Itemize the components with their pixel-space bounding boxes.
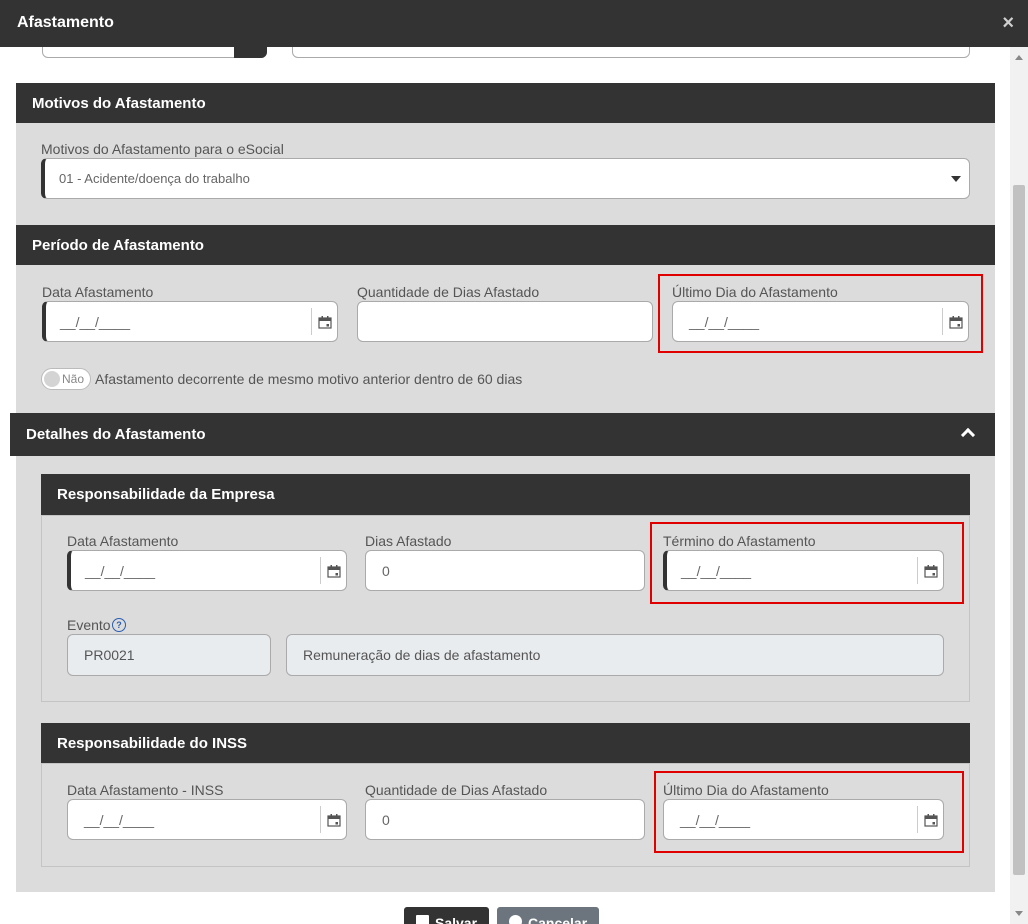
inss-qtd-input[interactable]: 0: [365, 799, 645, 840]
empresa-header-text: Responsabilidade da Empresa: [57, 486, 275, 503]
vertical-scrollbar[interactable]: [1010, 47, 1028, 924]
cancel-button[interactable]: Cancelar: [497, 907, 600, 924]
inss-qtd-label: Quantidade de Dias Afastado: [365, 782, 548, 798]
evento-desc-field: Remuneração de dias de afastamento: [286, 634, 944, 676]
evento-code-field: PR0021: [67, 634, 271, 676]
partial-field-right[interactable]: [292, 47, 970, 58]
inss-data-label: Data Afastamento - INSS: [67, 782, 224, 798]
periodo-data-input[interactable]: __/__/____: [42, 301, 338, 342]
dropdown-caret-icon: [951, 176, 961, 182]
calendar-icon[interactable]: [320, 806, 346, 833]
scroll-up-arrow-icon[interactable]: [1015, 55, 1023, 60]
inss-data-value: __/__/____: [84, 811, 155, 828]
motivos-header: Motivos do Afastamento: [16, 83, 995, 123]
cancel-circle-icon: [509, 915, 522, 924]
inss-data-input[interactable]: __/__/____: [67, 799, 347, 840]
periodo-header-text: Período de Afastamento: [32, 236, 204, 254]
highlight-box: [658, 274, 983, 353]
empresa-dias-label: Dias Afastado: [365, 533, 452, 549]
mesmo-motivo-label: Afastamento decorrente de mesmo motivo a…: [95, 371, 523, 387]
evento-desc-value: Remuneração de dias de afastamento: [303, 647, 541, 663]
chevron-up-icon[interactable]: [960, 427, 976, 443]
detalhes-header-text: Detalhes do Afastamento: [26, 426, 206, 443]
save-button[interactable]: Salvar: [404, 907, 490, 924]
periodo-qtd-label: Quantidade de Dias Afastado: [357, 284, 540, 300]
help-icon[interactable]: ?: [112, 618, 126, 632]
detalhes-header[interactable]: Detalhes do Afastamento: [10, 413, 995, 456]
highlight-box: [650, 522, 964, 604]
motivos-select[interactable]: 01 - Acidente/doença do trabalho: [41, 158, 970, 199]
toggle-knob: [44, 371, 60, 387]
partial-field-left-addon: [234, 47, 267, 58]
calendar-icon[interactable]: [320, 557, 346, 584]
cancel-button-label: Cancelar: [528, 915, 588, 924]
scroll-down-arrow-icon[interactable]: [1015, 911, 1023, 916]
floppy-disk-icon: [416, 915, 429, 924]
inss-header-text: Responsabilidade do INSS: [57, 734, 248, 752]
empresa-header: Responsabilidade da Empresa: [41, 474, 970, 515]
modal-titlebar: Afastamento ×: [0, 0, 1028, 47]
periodo-header: Período de Afastamento: [16, 225, 995, 265]
empresa-dias-value: 0: [382, 562, 390, 579]
empresa-data-label: Data Afastamento: [67, 533, 179, 549]
save-button-label: Salvar: [435, 915, 478, 924]
evento-code-value: PR0021: [84, 647, 135, 663]
motivos-field-label: Motivos do Afastamento para o eSocial: [41, 141, 284, 157]
empresa-dias-input[interactable]: 0: [365, 550, 645, 591]
calendar-icon[interactable]: [311, 308, 337, 335]
motivos-select-value: 01 - Acidente/doença do trabalho: [59, 171, 250, 186]
inss-qtd-value: 0: [382, 811, 390, 828]
scrollbar-thumb[interactable]: [1013, 185, 1025, 875]
periodo-data-label: Data Afastamento: [42, 284, 154, 300]
periodo-qtd-input[interactable]: [357, 301, 653, 342]
modal-title: Afastamento: [17, 14, 114, 31]
motivos-header-text: Motivos do Afastamento: [32, 94, 206, 112]
toggle-state-text: Não: [62, 372, 85, 386]
inss-header: Responsabilidade do INSS: [41, 723, 970, 763]
mesmo-motivo-toggle[interactable]: Não: [41, 368, 91, 390]
close-icon[interactable]: ×: [1002, 12, 1014, 35]
evento-label: Evento: [67, 617, 111, 633]
empresa-data-input[interactable]: __/__/____: [67, 550, 347, 591]
highlight-box: [654, 771, 964, 853]
periodo-data-value: __/__/____: [60, 313, 131, 330]
empresa-data-value: __/__/____: [85, 562, 156, 579]
modal-body: Motivos do Afastamento Motivos do Afasta…: [0, 47, 1010, 924]
